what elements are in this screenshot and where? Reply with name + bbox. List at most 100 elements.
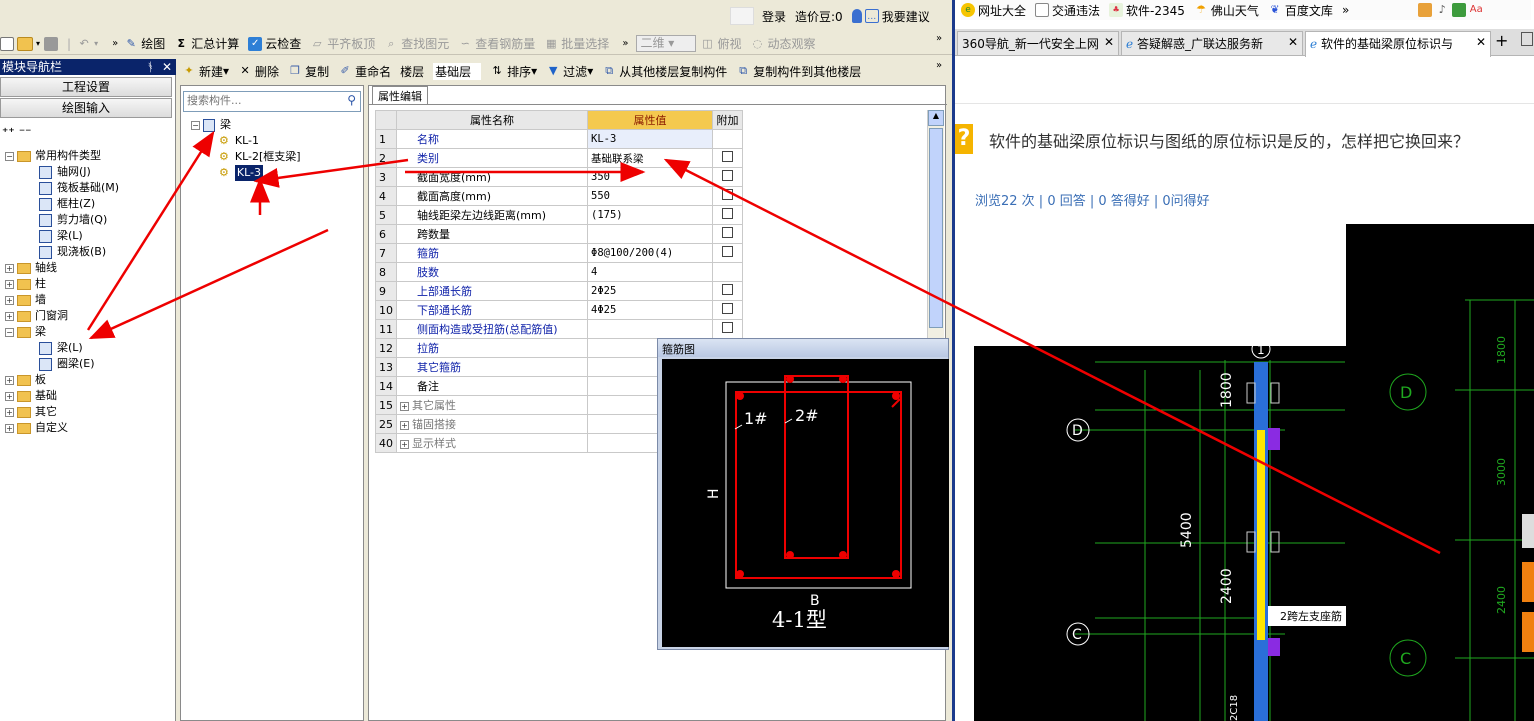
rename-button[interactable]: 重命名 — [355, 63, 391, 80]
attach-checkbox[interactable] — [722, 189, 733, 200]
property-scrollbar[interactable]: ▲ — [927, 110, 944, 340]
nav-tree-item[interactable]: 筏板基础(M) — [5, 180, 119, 196]
mic-icon[interactable] — [851, 9, 862, 23]
nav-tree-item[interactable]: − 梁 — [5, 324, 119, 340]
nav-tree-item[interactable]: + 门窗洞 — [5, 308, 119, 324]
property-row[interactable]: 11 侧面构造或受扭筋(总配筋值) — [375, 319, 743, 339]
find-element-button[interactable]: 查找图元 — [401, 35, 449, 52]
delete-button[interactable]: 删除 — [255, 63, 279, 80]
dimension-select[interactable]: 二维 ▾ — [636, 35, 697, 52]
login-link[interactable]: 登录 — [762, 8, 786, 25]
property-value[interactable]: (175) — [587, 205, 713, 225]
sort-button[interactable]: 排序 ▾ — [507, 63, 537, 80]
collapse-icon[interactable]: − — [5, 151, 14, 161]
property-value[interactable] — [587, 319, 713, 339]
property-value[interactable] — [587, 224, 713, 244]
attach-checkbox[interactable] — [722, 246, 733, 257]
batch-select-button[interactable]: 批量选择 — [561, 35, 609, 52]
scrollbar-thumb[interactable] — [929, 128, 943, 328]
nav-tree-item[interactable]: + 柱 — [5, 276, 119, 292]
view-select[interactable]: 俯视 — [717, 35, 741, 52]
property-row[interactable]: 8 肢数 4 — [375, 262, 743, 282]
new-button[interactable]: 新建 ▾ — [199, 63, 229, 80]
property-row[interactable]: 9 上部通长筋 2Φ25 — [375, 281, 743, 301]
property-value[interactable]: 2Φ25 — [587, 281, 713, 301]
nav-tree-item[interactable]: + 基础 — [5, 388, 119, 404]
cloud-check-button[interactable]: 云检查 — [265, 35, 301, 52]
property-value[interactable]: 350 — [587, 167, 713, 187]
nav-tree-item[interactable]: 框柱(Z) — [5, 196, 119, 212]
draw-input-button[interactable]: 绘图输入 — [0, 98, 172, 118]
expand-icon[interactable]: + — [5, 263, 14, 273]
nav-tree-item[interactable]: 梁(L) — [5, 228, 119, 244]
save-icon[interactable] — [44, 36, 59, 51]
component-item[interactable]: ⚙ KL-1 — [191, 133, 301, 149]
attach-checkbox[interactable] — [722, 227, 733, 238]
property-row[interactable]: 4 截面高度(mm) 550 — [375, 186, 743, 206]
nav-tree-item[interactable]: 圈梁(E) — [5, 356, 119, 372]
property-row[interactable]: 3 截面宽度(mm) 350 — [375, 167, 743, 187]
toolbar-overflow-icon[interactable]: » — [936, 33, 942, 44]
expand-icon[interactable]: + — [400, 402, 409, 411]
attach-checkbox[interactable] — [722, 322, 733, 333]
expand-icon[interactable]: + — [5, 423, 14, 433]
view-rebar-button[interactable]: 查看钢筋量 — [475, 35, 535, 52]
expand-icon[interactable]: + — [400, 421, 409, 430]
expand-icon[interactable]: + — [5, 407, 14, 417]
search-icon[interactable]: ⚲ — [347, 93, 356, 107]
property-value[interactable]: 550 — [587, 186, 713, 206]
attach-checkbox[interactable] — [722, 151, 733, 162]
open-folder-icon[interactable] — [17, 36, 33, 51]
draw-button[interactable]: 绘图 — [141, 35, 165, 52]
nav-tree-item[interactable]: 梁(L) — [5, 340, 119, 356]
dynamic-view-button[interactable]: 动态观察 — [767, 35, 815, 52]
property-row[interactable]: 1 名称 KL-3 — [375, 129, 743, 149]
copy-to-floor-button[interactable]: 复制构件到其他楼层 — [753, 63, 861, 80]
nav-tree-item[interactable]: 现浇板(B) — [5, 244, 119, 260]
property-value[interactable]: KL-3 — [587, 129, 713, 149]
expand-all-icon[interactable]: ⁺⁺ ⁻⁻ — [2, 125, 32, 139]
component-item[interactable]: ⚙ KL-3 — [191, 165, 301, 181]
expand-icon[interactable]: + — [5, 279, 14, 289]
tab-property-edit[interactable]: 属性编辑 — [372, 86, 428, 104]
expand-icon[interactable]: + — [5, 375, 14, 385]
property-value[interactable]: Φ8@100/200(4) — [587, 243, 713, 263]
nav-tree-item[interactable]: + 其它 — [5, 404, 119, 420]
close-icon[interactable]: ✕ — [162, 59, 172, 75]
attach-checkbox[interactable] — [722, 284, 733, 295]
project-settings-button[interactable]: 工程设置 — [0, 77, 172, 97]
attach-checkbox[interactable] — [722, 170, 733, 181]
pin-icon[interactable]: ᚬ — [147, 59, 154, 75]
expand-icon[interactable]: + — [5, 295, 14, 305]
flat-top-button[interactable]: 平齐板顶 — [327, 35, 375, 52]
expand-icon[interactable]: + — [400, 440, 409, 449]
property-row[interactable]: 7 箍筋 Φ8@100/200(4) — [375, 243, 743, 263]
copy-from-floor-button[interactable]: 从其他楼层复制构件 — [619, 63, 727, 80]
nav-tree-item[interactable]: + 墙 — [5, 292, 119, 308]
copy-button[interactable]: 复制 — [305, 63, 329, 80]
expand-icon[interactable]: + — [5, 311, 14, 321]
nav-tree-item[interactable]: 轴网(J) — [5, 164, 119, 180]
property-row[interactable]: 5 轴线距梁左边线距离(mm) (175) — [375, 205, 743, 225]
undo-icon[interactable]: ↶ — [77, 37, 91, 51]
filter-button[interactable]: 过滤 ▾ — [563, 63, 593, 80]
suggest-link[interactable]: 我要建议 — [882, 8, 930, 25]
nav-tree-item[interactable]: + 轴线 — [5, 260, 119, 276]
attach-checkbox[interactable] — [722, 208, 733, 219]
search-input[interactable] — [184, 92, 334, 109]
nav-tree-item[interactable]: + 板 — [5, 372, 119, 388]
expand-icon[interactable]: + — [5, 391, 14, 401]
nav-tree-item[interactable]: − 常用构件类型 — [5, 148, 119, 164]
component-root[interactable]: 梁 — [220, 117, 231, 133]
property-value[interactable]: 基础联系梁 — [587, 148, 713, 168]
nav-tree-item[interactable]: + 自定义 — [5, 420, 119, 436]
component-item[interactable]: ⚙ KL-2[框支梁] — [191, 149, 301, 165]
toolbar2-overflow-icon[interactable]: » — [936, 60, 942, 71]
attach-checkbox[interactable] — [722, 303, 733, 314]
floor-select[interactable]: 基础层 — [433, 62, 482, 80]
property-row[interactable]: 10 下部通长筋 4Φ25 — [375, 300, 743, 320]
sum-calc-button[interactable]: 汇总计算 — [191, 35, 239, 52]
nav-tree-item[interactable]: 剪力墙(Q) — [5, 212, 119, 228]
collapse-icon[interactable]: − — [5, 327, 14, 337]
property-value[interactable]: 4 — [587, 262, 713, 282]
